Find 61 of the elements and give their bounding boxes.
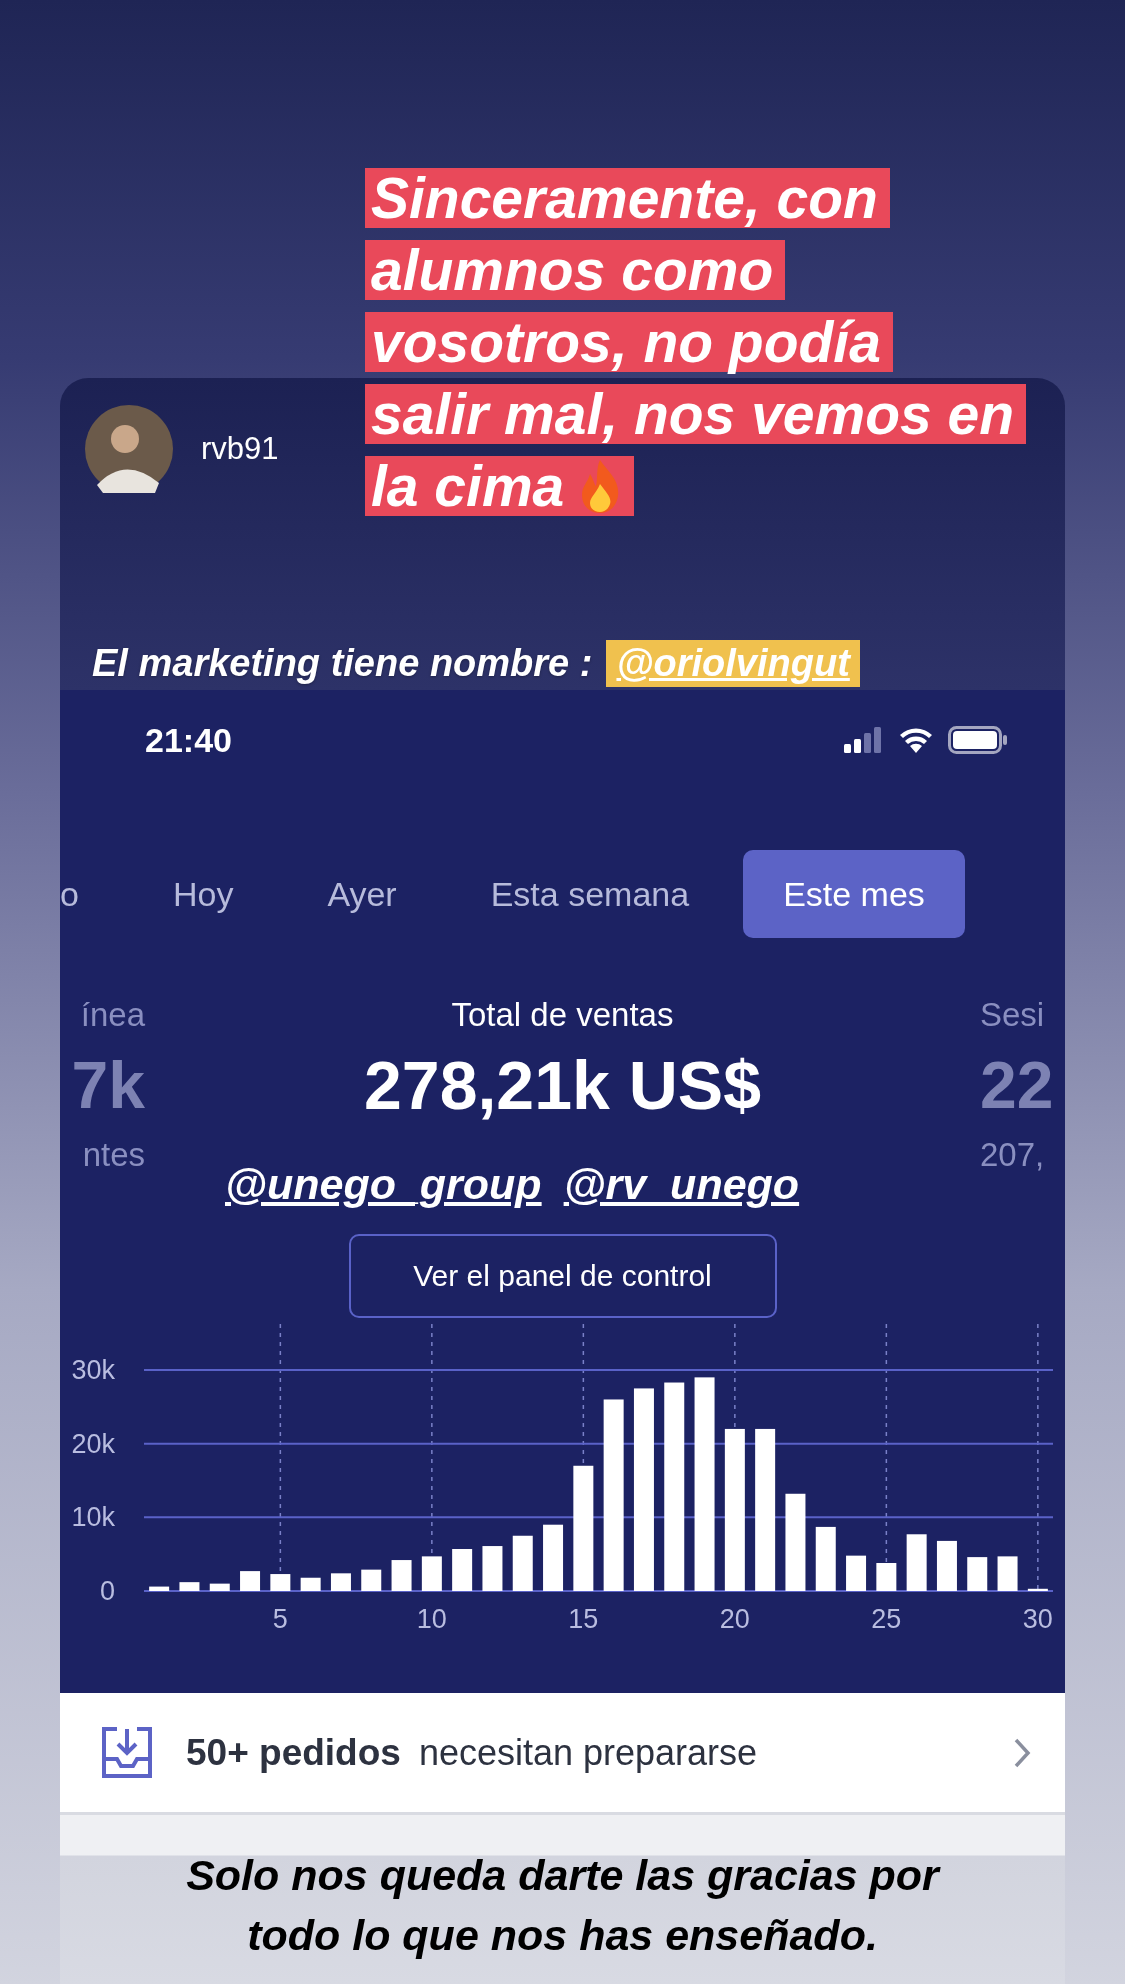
username[interactable]: rvb91 xyxy=(201,431,279,467)
chart-bar xyxy=(967,1557,988,1591)
chart-bar xyxy=(270,1574,291,1591)
metric-caption: 207, xyxy=(980,1135,1045,1175)
metric-value: 22 xyxy=(980,1047,1054,1124)
chart-bar xyxy=(997,1556,1018,1591)
chart-bar xyxy=(846,1555,867,1591)
y-axis-label: 20k xyxy=(71,1428,115,1459)
chart-bar xyxy=(452,1549,473,1591)
orders-notice[interactable]: 50+ pedidos necesitan prepararse xyxy=(60,1693,1065,1815)
signal-icon xyxy=(844,727,884,753)
chart-bar xyxy=(361,1569,382,1591)
period-tab[interactable]: Esta semana xyxy=(450,850,730,938)
sticker-text: El marketing tiene nombre : xyxy=(92,642,593,685)
chart-bar xyxy=(179,1582,200,1591)
chart-bar xyxy=(240,1571,261,1591)
avatar[interactable] xyxy=(85,405,173,493)
x-axis-label: 25 xyxy=(871,1604,902,1634)
y-axis-label: 30k xyxy=(71,1355,115,1385)
chevron-right-icon xyxy=(1013,1736,1031,1769)
chart-bar xyxy=(482,1546,503,1591)
metric-label: ínea xyxy=(80,995,145,1035)
mention-link[interactable]: @unego_group xyxy=(225,1160,542,1209)
chart-bar xyxy=(906,1534,927,1591)
x-axis-label: 15 xyxy=(568,1604,599,1634)
metric-value: 278,21k US$ xyxy=(364,1046,761,1125)
chart-bar xyxy=(876,1563,897,1591)
status-time: 21:40 xyxy=(145,720,232,760)
x-axis-label: 5 xyxy=(272,1604,288,1634)
dashboard-button[interactable]: Ver el panel de control xyxy=(348,1234,777,1318)
chart-bar xyxy=(149,1586,170,1591)
chart-bar xyxy=(1027,1588,1048,1591)
period-tab[interactable]: Hoy xyxy=(132,850,274,938)
chart-bar xyxy=(543,1524,564,1591)
chart-bar xyxy=(300,1577,321,1591)
orders-text: necesitan prepararse xyxy=(418,1731,758,1774)
x-axis-label: 20 xyxy=(719,1604,750,1634)
chart-bar xyxy=(391,1560,412,1591)
chart-bar xyxy=(815,1526,836,1591)
wifi-icon xyxy=(898,727,934,753)
period-tab[interactable]: o xyxy=(60,850,119,938)
y-axis-label: 10k xyxy=(71,1502,115,1533)
x-axis-label: 10 xyxy=(416,1604,447,1634)
x-axis-label: 30 xyxy=(1022,1604,1053,1634)
period-tab[interactable]: Ayer xyxy=(287,850,437,938)
chart-bar xyxy=(421,1556,442,1591)
chart-bar xyxy=(330,1573,351,1591)
metric-value: 7k xyxy=(71,1047,145,1124)
thanks-text: Solo nos queda darte las gracias por todo lo que nos has enseñado. xyxy=(185,1850,942,1961)
metric-caption: ntes xyxy=(82,1135,145,1175)
y-axis-label: 0 xyxy=(99,1576,115,1606)
metric-label: Total de ventas xyxy=(451,995,674,1035)
metric-label: Sesi xyxy=(980,995,1045,1035)
chart-bar xyxy=(512,1535,533,1591)
chart-bar xyxy=(936,1540,957,1591)
period-tab[interactable]: Este mes xyxy=(743,850,965,938)
mention-link[interactable]: @rv_unego xyxy=(563,1160,800,1209)
inbox-icon xyxy=(100,1725,154,1780)
orders-count: 50+ pedidos xyxy=(186,1731,401,1774)
battery-icon xyxy=(948,726,1008,754)
chart-bar xyxy=(209,1583,230,1591)
